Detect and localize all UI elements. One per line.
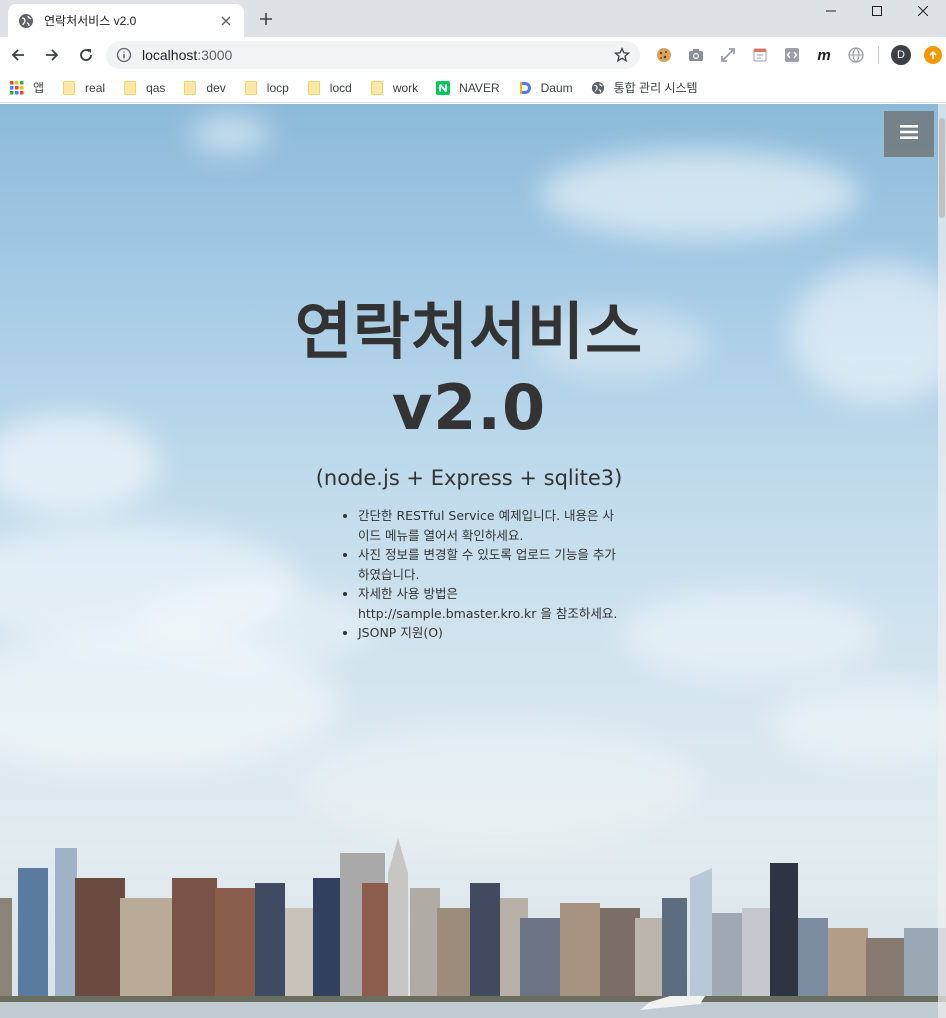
naver-icon (436, 80, 451, 95)
url-host: localhost (142, 47, 198, 63)
reload-icon[interactable] (70, 39, 102, 71)
bookmark-item[interactable]: 통합 관리 시스템 (591, 79, 698, 96)
bookmark-item[interactable]: NAVER (436, 80, 500, 95)
bookmark-label: 통합 관리 시스템 (613, 81, 698, 95)
tab-strip: 연락처서비스 v2.0 (0, 0, 946, 37)
new-tab-icon[interactable] (256, 9, 276, 29)
back-arrow-icon[interactable] (2, 39, 34, 71)
bookmark-label: 앱 (33, 81, 45, 95)
globe-icon (18, 13, 34, 29)
window-controls (808, 0, 946, 30)
bookmark-label: work (392, 80, 419, 95)
url-port: :3000 (197, 47, 233, 63)
calendar-icon[interactable] (750, 45, 770, 65)
update-icon[interactable] (923, 45, 943, 65)
bookmark-item[interactable]: 앱 (10, 79, 44, 96)
bookmark-label: Daum (540, 80, 573, 95)
bookmark-star-icon[interactable] (614, 47, 630, 63)
folder-icon (244, 80, 258, 95)
folder-icon (370, 80, 384, 95)
title-line-2: v2.0 (391, 371, 547, 444)
title-line-1: 연락처서비스 (294, 295, 644, 368)
bookmark-item[interactable]: Daum (518, 81, 573, 95)
m-extension-icon[interactable]: m (814, 45, 834, 65)
scrollbar-thumb[interactable] (939, 118, 945, 218)
bookmark-label: locp (266, 80, 289, 95)
hamburger-icon (900, 124, 918, 144)
bookmark-item[interactable]: dev (183, 80, 226, 95)
hero-section: 연락처서비스 v2.0 (node.js + Express + sqlite3… (0, 294, 938, 490)
bookmark-item[interactable]: qas (123, 80, 166, 95)
web-globe-icon[interactable] (846, 45, 866, 65)
page-viewport: 연락처서비스 v2.0 (node.js + Express + sqlite3… (0, 104, 946, 1018)
list-item: 간단한 RESTful Service 예제입니다. 내용은 사이드 메뉴를 열… (358, 506, 622, 545)
bookmark-label: real (85, 80, 106, 95)
tab-title: 연락처서비스 v2.0 (44, 14, 137, 28)
bookmark-label: dev (206, 80, 226, 95)
feature-list: 간단한 RESTful Service 예제입니다. 내용은 사이드 메뉴를 열… (342, 506, 622, 643)
list-item: 사진 정보를 변경할 수 있도록 업로드 기능을 추가하였습니다. (358, 545, 622, 584)
browser-toolbar: localhost:3000 m D (0, 37, 946, 73)
folder-icon (62, 80, 76, 95)
profile-avatar[interactable]: D (891, 45, 911, 65)
bookmark-item[interactable]: real (62, 80, 106, 95)
page-title: 연락처서비스 v2.0 (0, 294, 938, 446)
camera-icon[interactable] (686, 45, 706, 65)
city-skyline-image (0, 838, 946, 1018)
bookmark-label: qas (146, 80, 166, 95)
forward-arrow-icon[interactable] (36, 39, 68, 71)
close-tab-icon[interactable] (218, 13, 234, 29)
bookmark-item[interactable]: locd (307, 80, 352, 95)
cookie-icon[interactable] (654, 45, 674, 65)
folder-icon (183, 80, 197, 95)
address-bar[interactable]: localhost:3000 (106, 41, 640, 69)
extensions-row: m D (654, 45, 943, 65)
list-item: 자세한 사용 방법은 http://sample.bmaster.kro.kr … (358, 584, 622, 623)
bookmark-item[interactable]: locp (244, 80, 289, 95)
close-window-icon[interactable] (900, 0, 946, 22)
side-menu-toggle-button[interactable] (884, 111, 934, 157)
page-subtitle: (node.js + Express + sqlite3) (315, 466, 623, 490)
folder-icon (307, 80, 321, 95)
url-text: localhost:3000 (142, 47, 614, 63)
page-scrollbar[interactable] (938, 104, 946, 1018)
code-icon[interactable] (782, 45, 802, 65)
apps-grid-icon (10, 80, 24, 95)
site-info-icon[interactable] (116, 47, 132, 63)
bookmark-item[interactable]: work (370, 80, 419, 95)
expand-icon[interactable] (718, 45, 738, 65)
maximize-icon[interactable] (854, 0, 900, 22)
bookmark-label: NAVER (459, 80, 500, 95)
list-item: JSONP 지원(O) (358, 623, 622, 643)
folder-icon (123, 80, 137, 95)
active-tab[interactable]: 연락처서비스 v2.0 (8, 4, 244, 37)
daum-icon (518, 81, 532, 95)
bookmarks-bar: 앱 real qas dev locp locd work NAVER Daum 통합 관리 시스… (0, 73, 946, 103)
profile-initial: D (891, 45, 911, 65)
bookmark-label: locd (329, 80, 352, 95)
globe-icon (591, 81, 605, 95)
minimize-icon[interactable] (808, 0, 854, 22)
toolbar-divider (878, 46, 879, 64)
